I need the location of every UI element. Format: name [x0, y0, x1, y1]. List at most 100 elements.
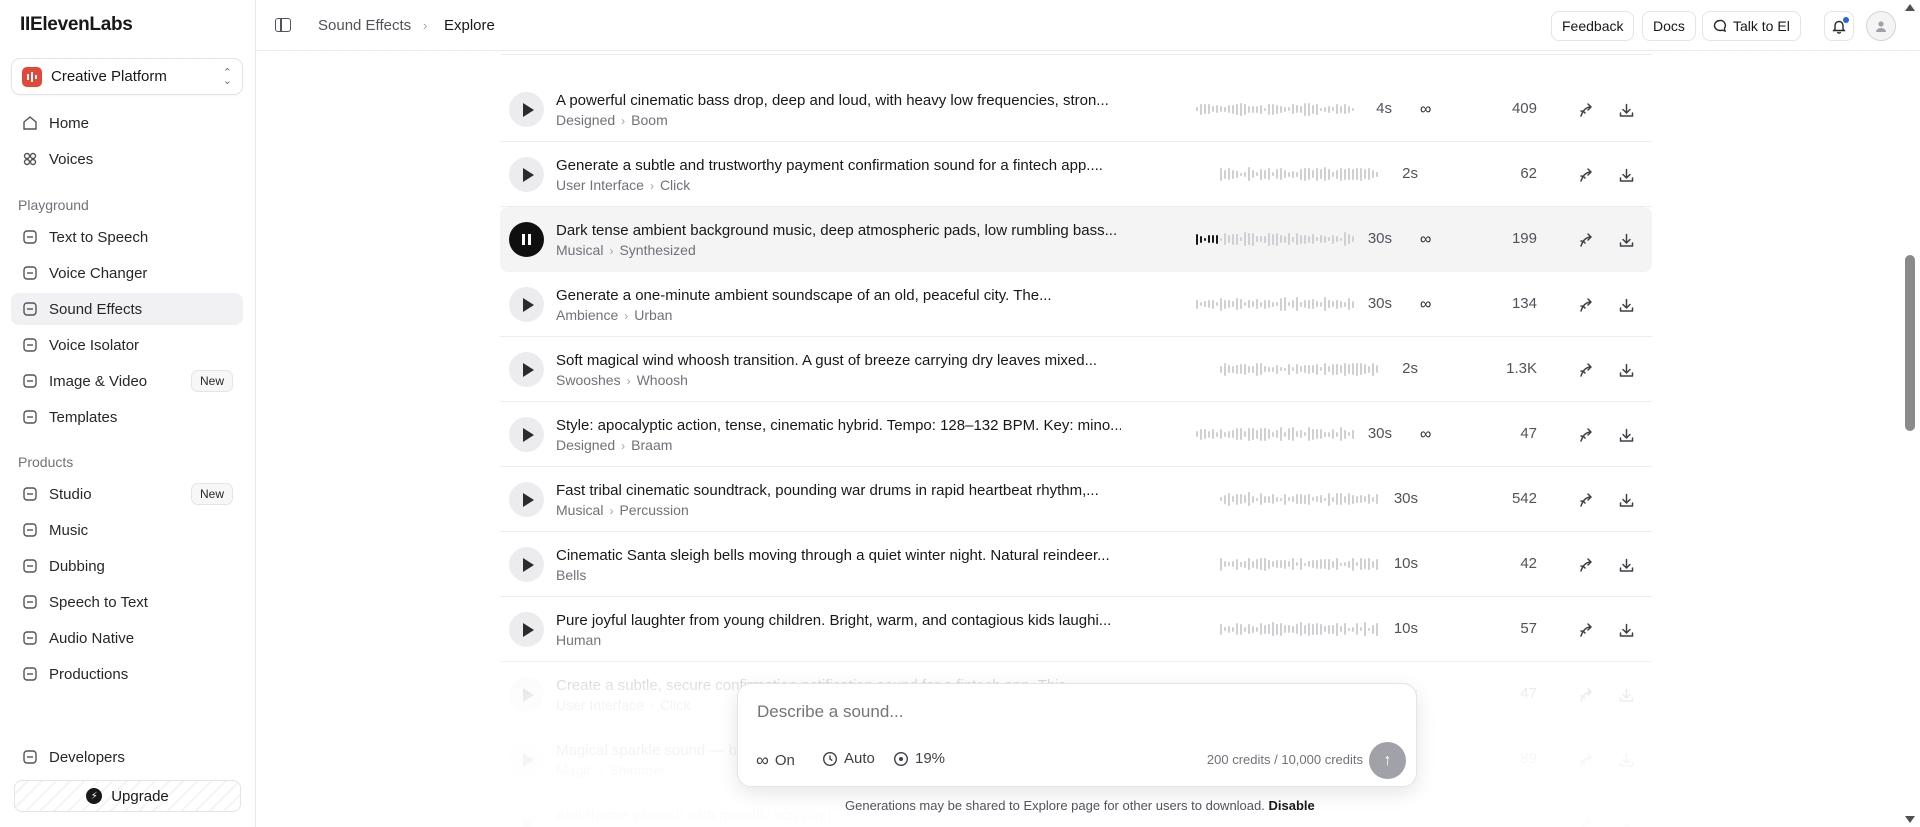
play-button[interactable]	[509, 352, 544, 387]
category-tag[interactable]: Click	[660, 697, 690, 713]
category-tag[interactable]: Designed	[556, 437, 615, 453]
category-tag[interactable]: Synthesized	[619, 242, 695, 258]
sound-row[interactable]: Generate a subtle and trustworthy paymen…	[500, 142, 1652, 207]
scrollbar-thumb[interactable]	[1905, 255, 1915, 431]
sound-title[interactable]: Pure joyful laughter from young children…	[556, 612, 1121, 629]
download-button[interactable]	[1616, 425, 1636, 445]
download-button[interactable]	[1616, 100, 1636, 120]
play-button[interactable]	[509, 547, 544, 582]
sound-row[interactable]: Generate a one-minute ambient soundscape…	[500, 272, 1652, 337]
play-button[interactable]	[509, 677, 544, 712]
category-tag[interactable]: Click	[660, 177, 690, 193]
talk-to-el-button[interactable]: Talk to El	[1702, 11, 1801, 41]
download-button[interactable]	[1616, 165, 1636, 185]
play-button[interactable]	[509, 742, 544, 777]
play-button[interactable]	[509, 612, 544, 647]
remix-button[interactable]	[1576, 295, 1596, 315]
user-avatar[interactable]	[1866, 11, 1896, 41]
waveform[interactable]	[1196, 224, 1354, 254]
category-tag[interactable]: Swooshes	[556, 372, 621, 388]
remix-button[interactable]	[1576, 555, 1596, 575]
sidebar-item-templates[interactable]: Templates	[11, 401, 243, 433]
download-button[interactable]	[1616, 555, 1636, 575]
sidebar-item-studio[interactable]: Studio New	[11, 478, 243, 510]
sound-title[interactable]: Dark tense ambient background music, dee…	[556, 222, 1121, 239]
waveform[interactable]	[1220, 484, 1378, 514]
duration-setting[interactable]: Auto	[822, 750, 875, 767]
play-button[interactable]	[509, 482, 544, 517]
download-button[interactable]	[1616, 620, 1636, 640]
sidebar-item-voices[interactable]: Voices	[11, 143, 243, 175]
sidebar-item-music[interactable]: Music	[11, 514, 243, 546]
remix-button[interactable]	[1576, 165, 1596, 185]
describe-sound-input[interactable]	[757, 702, 1357, 722]
breadcrumb-sound-effects[interactable]: Sound Effects	[318, 17, 411, 34]
upgrade-button[interactable]: ⚡ Upgrade	[14, 780, 241, 812]
download-button[interactable]	[1616, 295, 1636, 315]
sidebar-item-voice-isolator[interactable]: Voice Isolator	[11, 329, 243, 361]
app-logo[interactable]: IIElevenLabs	[20, 14, 133, 36]
remix-button[interactable]	[1576, 750, 1596, 770]
play-button[interactable]	[509, 807, 544, 827]
sound-title[interactable]: A powerful cinematic bass drop, deep and…	[556, 92, 1121, 109]
download-button[interactable]	[1616, 815, 1636, 827]
waveform[interactable]	[1196, 289, 1354, 319]
sidebar-item-dubbing[interactable]: Dubbing	[11, 550, 243, 582]
sound-row[interactable]: Style: apocalyptic action, tense, cinema…	[500, 402, 1652, 467]
category-tag[interactable]: Whoosh	[637, 372, 688, 388]
category-tag[interactable]: Boom	[631, 112, 668, 128]
sound-row[interactable]: Dark tense ambient background music, dee…	[500, 207, 1652, 272]
sound-row[interactable]: Soft magical wind whoosh transition. A g…	[500, 337, 1652, 402]
download-button[interactable]	[1616, 230, 1636, 250]
download-button[interactable]	[1616, 685, 1636, 705]
remix-button[interactable]	[1576, 620, 1596, 640]
category-tag[interactable]: Ambience	[556, 307, 618, 323]
category-tag[interactable]: Musical	[556, 242, 603, 258]
sound-row[interactable]: Pure joyful laughter from young children…	[500, 597, 1652, 662]
category-tag[interactable]: Human	[556, 632, 601, 648]
remix-button[interactable]	[1576, 815, 1596, 827]
sound-title[interactable]: Soft magical wind whoosh transition. A g…	[556, 352, 1121, 369]
generate-button[interactable]: ↑	[1369, 742, 1406, 779]
play-button[interactable]	[509, 287, 544, 322]
remix-button[interactable]	[1576, 230, 1596, 250]
category-tag[interactable]: User Interface	[556, 177, 644, 193]
sidebar-item-image-video[interactable]: Image & Video New	[11, 365, 243, 397]
category-tag[interactable]: Percussion	[619, 502, 688, 518]
sidebar-item-developers[interactable]: Developers	[11, 741, 243, 773]
scroll-down-arrow-icon[interactable]	[1905, 816, 1915, 823]
remix-button[interactable]	[1576, 490, 1596, 510]
play-button[interactable]	[509, 92, 544, 127]
sidebar-item-home[interactable]: Home	[11, 107, 243, 139]
page-scrollbar[interactable]	[1900, 0, 1920, 827]
download-button[interactable]	[1616, 490, 1636, 510]
sound-title[interactable]: Fast tribal cinematic soundtrack, poundi…	[556, 482, 1121, 499]
sidebar-item-speech-to-text[interactable]: Speech to Text	[11, 586, 243, 618]
category-tag[interactable]: Musical	[556, 502, 603, 518]
sound-title[interactable]: Generate a subtle and trustworthy paymen…	[556, 157, 1121, 174]
disable-sharing-link[interactable]: Disable	[1268, 798, 1314, 813]
pause-button[interactable]	[509, 222, 544, 257]
category-tag[interactable]: User Interface	[556, 697, 644, 713]
category-tag[interactable]: Bells	[556, 567, 586, 583]
waveform[interactable]	[1220, 354, 1378, 384]
remix-button[interactable]	[1576, 360, 1596, 380]
play-button[interactable]	[509, 417, 544, 452]
sound-title[interactable]: Cinematic Santa sleigh bells moving thro…	[556, 547, 1121, 564]
sound-row[interactable]: Fast tribal cinematic soundtrack, poundi…	[500, 467, 1652, 532]
feedback-button[interactable]: Feedback	[1551, 11, 1635, 41]
sidebar-item-voice-changer[interactable]: Voice Changer	[11, 257, 243, 289]
sound-row[interactable]: A powerful cinematic bass drop, deep and…	[500, 77, 1652, 142]
sidebar-toggle-icon[interactable]	[275, 18, 291, 32]
docs-button[interactable]: Docs	[1642, 11, 1696, 41]
waveform[interactable]	[1220, 614, 1378, 644]
sidebar-item-productions[interactable]: Productions	[11, 658, 243, 690]
waveform[interactable]	[1220, 549, 1378, 579]
sidebar-item-audio-native[interactable]: Audio Native	[11, 622, 243, 654]
sidebar-item-text-to-speech[interactable]: Text to Speech	[11, 221, 243, 253]
waveform[interactable]	[1196, 94, 1354, 124]
category-tag[interactable]: Magic	[556, 762, 593, 778]
loop-toggle[interactable]: ∞ On	[756, 750, 795, 771]
waveform[interactable]	[1196, 419, 1354, 449]
sound-row[interactable]: Cinematic Santa sleigh bells moving thro…	[500, 532, 1652, 597]
